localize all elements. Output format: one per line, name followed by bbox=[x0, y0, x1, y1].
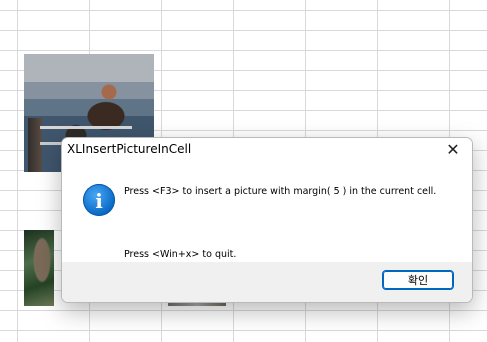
close-icon[interactable]: ✕ bbox=[440, 139, 466, 161]
dialog-content: i Press <F3> to insert a picture with ma… bbox=[62, 162, 472, 262]
information-icon-letter: i bbox=[95, 189, 103, 213]
information-icon: i bbox=[83, 184, 115, 216]
message-line-2: Press <Win+x> to quit. bbox=[124, 249, 237, 260]
inserted-picture-forest[interactable] bbox=[24, 230, 54, 306]
dialog-footer: 확인 bbox=[62, 262, 472, 302]
ok-button[interactable]: 확인 bbox=[382, 270, 454, 290]
dialog-title: XLInsertPictureInCell bbox=[67, 142, 192, 156]
message-line-1: Press <F3> to insert a picture with marg… bbox=[124, 186, 437, 197]
message-dialog: XLInsertPictureInCell ✕ i Press <F3> to … bbox=[61, 137, 473, 303]
dialog-titlebar[interactable]: XLInsertPictureInCell ✕ bbox=[62, 138, 472, 162]
